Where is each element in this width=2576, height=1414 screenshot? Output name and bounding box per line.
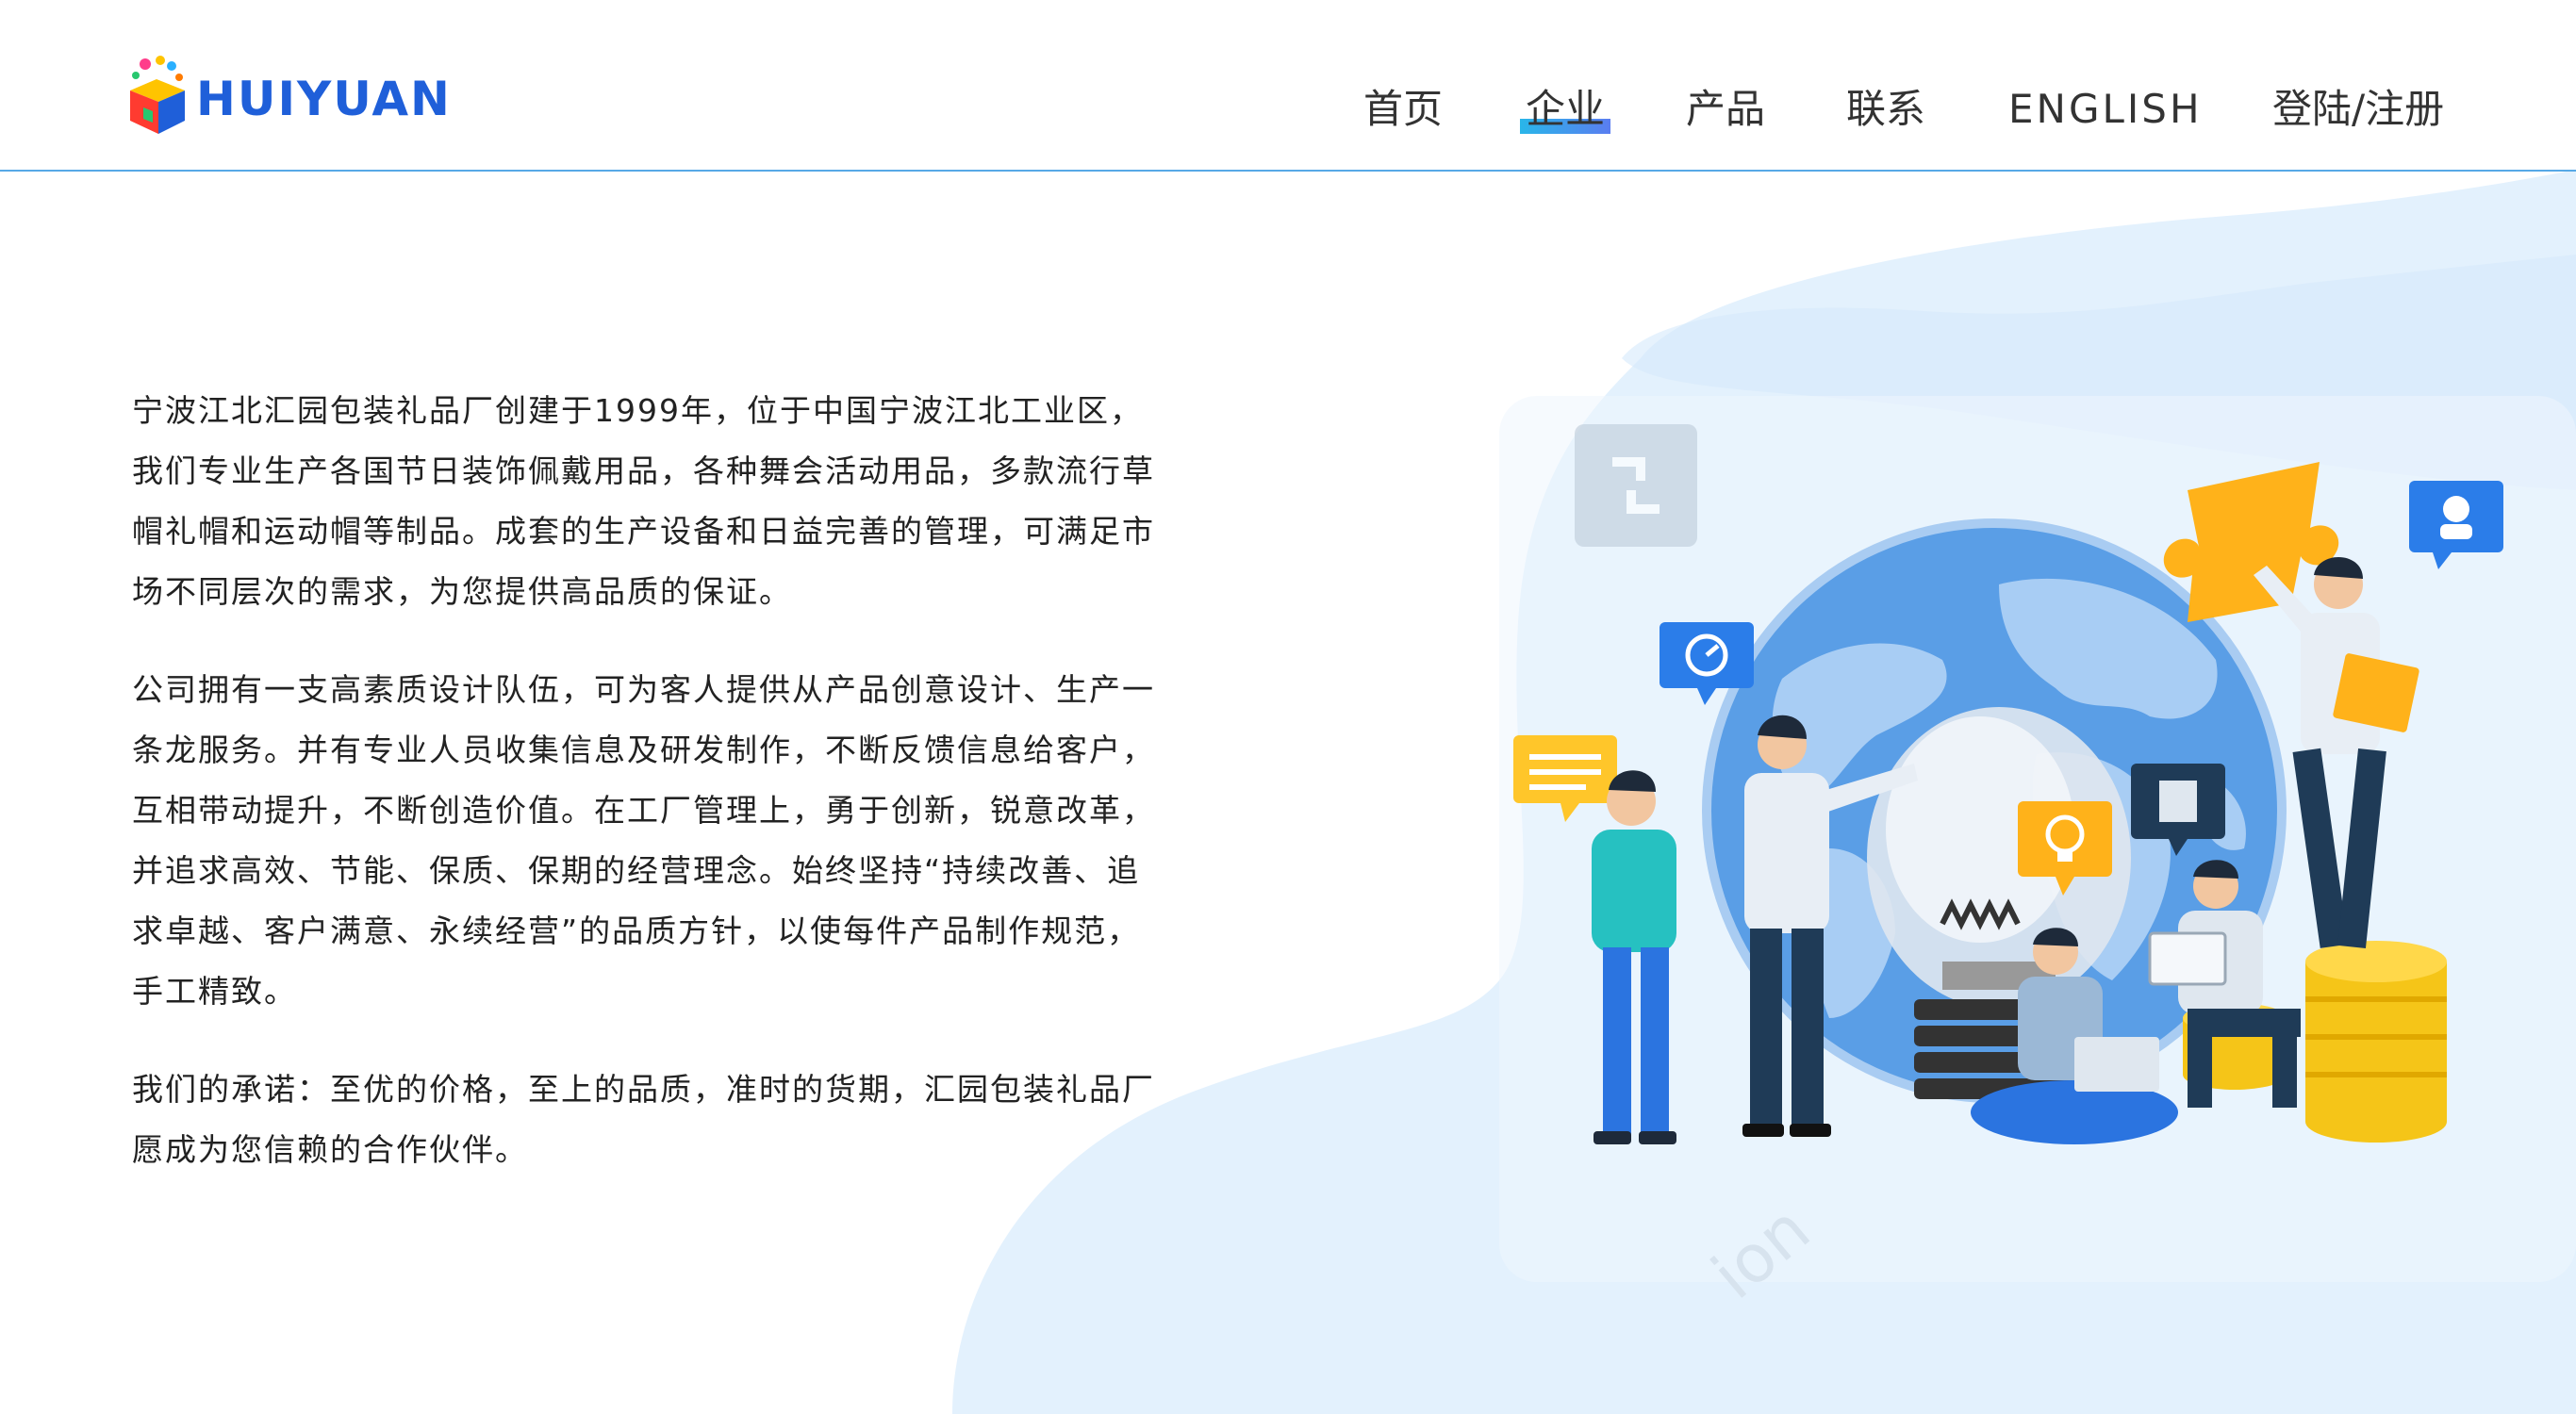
nav-enterprise[interactable]: 企业 [1520,81,1611,138]
nav-contact[interactable]: 联系 [1846,81,1925,138]
about-content: 宁波江北汇园包装礼品厂创建于1999年，位于中国宁波江北工业区，我们专业生产各国… [132,381,1160,1218]
nav-login-register[interactable]: 登陆/注册 [2272,81,2444,138]
nav-enterprise-label: 企业 [1526,86,1606,132]
sync-bubble-icon [1575,424,1697,547]
about-paragraph-1: 宁波江北汇园包装礼品厂创建于1999年，位于中国宁波江北工业区，我们专业生产各国… [132,392,1155,610]
business-team-illustration: ion [1499,396,2576,1301]
nav-english-label: ENGLISH [2008,86,2203,132]
main-nav: 首页 企业 产品 联系 ENGLISH 登陆/注册 [0,81,2576,138]
nav-contact-label: 联系 [1846,86,1926,132]
nav-products-label: 产品 [1686,86,1766,132]
nav-home-label: 首页 [1363,86,1444,132]
about-paragraph-3: 我们的承诺：至优的价格，至上的品质，准时的货期，汇园包装礼品厂愿成为您信赖的合作… [132,1071,1155,1168]
site-header: HUIYUAN 首页 企业 产品 联系 ENGLISH 登陆/注册 [0,0,2576,172]
nav-products[interactable]: 产品 [1686,81,1765,138]
nav-home[interactable]: 首页 [1363,81,1443,138]
nav-english[interactable]: ENGLISH [2008,81,2203,138]
about-paragraph-2: 公司拥有一支高素质设计队伍，可为客人提供从产品创意设计、生产一条龙服务。并有专业… [132,671,1155,1010]
nav-login-register-label: 登陆/注册 [2272,86,2445,132]
